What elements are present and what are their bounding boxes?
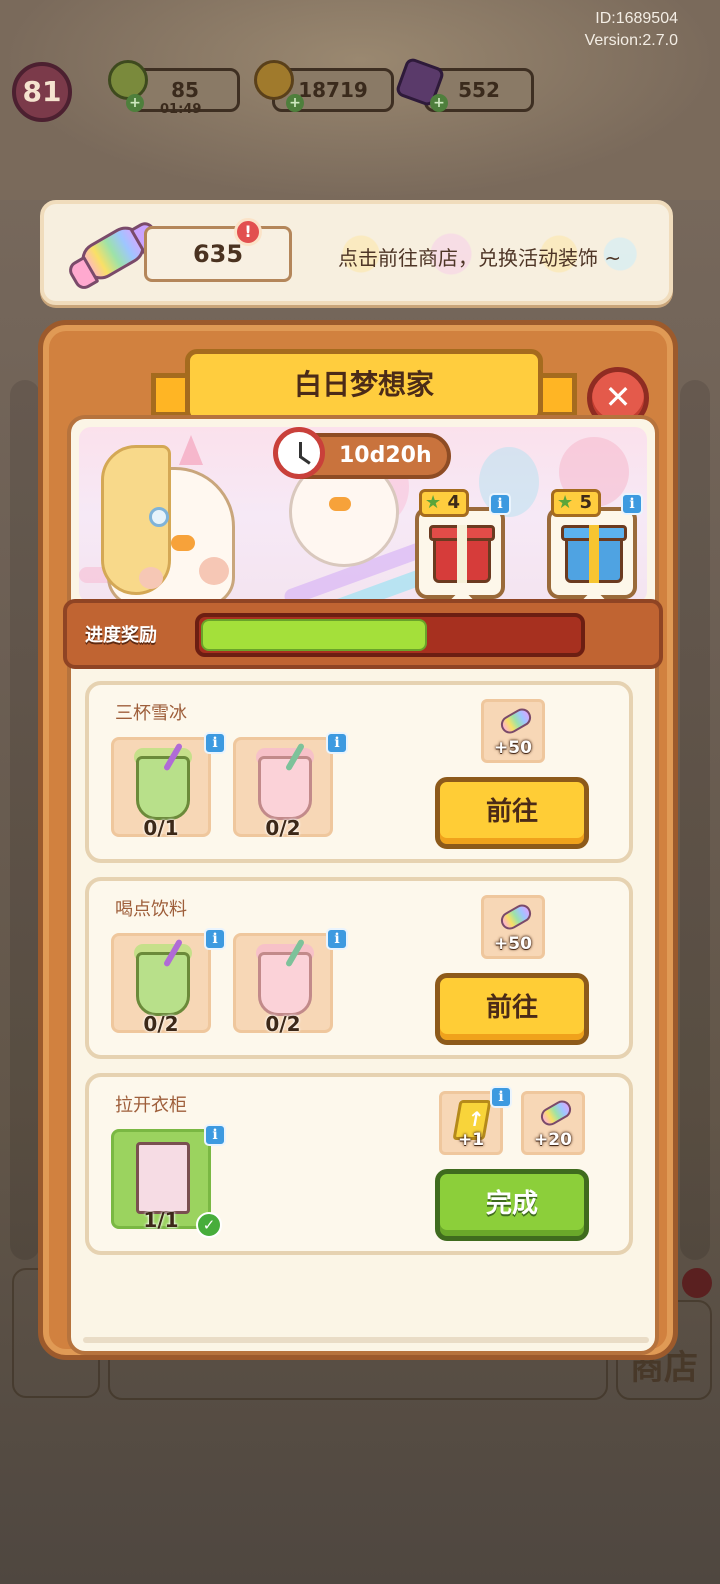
- milestone-gift-2[interactable]: ★ 5 i: [547, 489, 643, 599]
- event-hero-art: 10d20h ★ 4 i ★ 5 i: [79, 427, 647, 603]
- task-title: 拉开衣柜: [115, 1095, 187, 1116]
- info-icon[interactable]: i: [621, 493, 643, 515]
- coin-value: 18719: [298, 78, 368, 102]
- candy-icon: [497, 901, 535, 933]
- candy-count: 635: [144, 226, 292, 282]
- gem-value: 552: [458, 78, 500, 102]
- energy-bolt-icon: [108, 60, 148, 100]
- coin-plus-icon[interactable]: +: [286, 94, 304, 112]
- task-item[interactable]: 0/2 i: [233, 928, 348, 1036]
- task-card: 喝点饮料 0/2 i 0/2 i +50 前往: [85, 877, 633, 1059]
- candy-reward: +50: [481, 895, 545, 959]
- task-item[interactable]: 0/2 i: [233, 732, 348, 840]
- panel-divider: [83, 1337, 649, 1343]
- energy-timer: 01:49: [160, 102, 202, 117]
- star-icon: ★: [425, 492, 442, 513]
- player-id: ID:1689504: [595, 10, 678, 27]
- info-icon[interactable]: i: [204, 928, 226, 950]
- task-item[interactable]: 0/1 i: [111, 732, 226, 840]
- event-panel: 白日梦想家 ✕ 10d20h ★ 4 i ★ 5 i 进度奖励 三杯雪冰 0/1…: [38, 320, 678, 1360]
- energy-value: 85: [171, 78, 199, 102]
- item-progress: 1/1: [143, 1208, 179, 1232]
- candy-shop-banner[interactable]: 635 ! 点击前往商店，兑换活动装饰 ~: [40, 200, 673, 305]
- coin-icon: [254, 60, 294, 100]
- task-item[interactable]: 1/1 i ✓: [111, 1124, 226, 1238]
- background-alert-badge: [682, 1268, 712, 1298]
- reward-amount: +50: [494, 934, 532, 954]
- item-progress: 0/2: [265, 1012, 301, 1036]
- info-icon[interactable]: i: [326, 732, 348, 754]
- task-item[interactable]: 0/2 i: [111, 928, 226, 1036]
- task-card: 拉开衣柜 1/1 i ✓ ↑ +1 i +20 完成: [85, 1073, 633, 1255]
- gift-star-count: 4: [447, 492, 460, 513]
- wardrobe-icon: [136, 1142, 190, 1214]
- gift-ribbon: [589, 525, 599, 583]
- milestone-gift-1[interactable]: ★ 4 i: [415, 489, 511, 599]
- progress-track: [195, 613, 585, 657]
- task-title: 三杯雪冰: [115, 703, 187, 724]
- item-progress: 0/1: [143, 816, 179, 840]
- gift-ribbon: [457, 525, 467, 583]
- progress-fill: [201, 619, 427, 651]
- candy-reward: +20: [521, 1091, 585, 1155]
- star-icon: ★: [557, 492, 574, 513]
- reward-amount: +1: [457, 1130, 485, 1150]
- progress-label: 进度奖励: [85, 625, 157, 646]
- background-decor: [680, 380, 710, 1260]
- close-icon: ✕: [604, 378, 632, 416]
- progress-rewards-bar: 进度奖励: [63, 599, 663, 669]
- unicorn-spot: [139, 567, 163, 589]
- alert-badge: !: [234, 218, 262, 246]
- shop-hint-text: 点击前往商店，兑换活动装饰 ~: [338, 246, 622, 270]
- info-icon[interactable]: i: [204, 732, 226, 754]
- unicorn-eye: [149, 507, 169, 527]
- candy-icon: [74, 220, 152, 286]
- gift-stars-tag: ★ 5: [551, 489, 601, 517]
- go-button[interactable]: 前往: [435, 777, 589, 849]
- info-icon[interactable]: i: [489, 493, 511, 515]
- reward-amount: +20: [534, 1130, 572, 1150]
- card-reward: ↑ +1 i: [439, 1086, 512, 1155]
- duck-beak: [329, 497, 351, 511]
- go-button[interactable]: 前往: [435, 973, 589, 1045]
- task-title: 喝点饮料: [115, 899, 187, 920]
- gem-plus-icon[interactable]: +: [430, 94, 448, 112]
- candy-reward: +50: [481, 699, 545, 763]
- unicorn-mouth: [171, 535, 195, 551]
- clock-icon: [273, 427, 325, 479]
- energy-plus-icon[interactable]: +: [126, 94, 144, 112]
- candy-icon: [497, 705, 535, 737]
- info-icon[interactable]: i: [490, 1086, 512, 1108]
- info-icon[interactable]: i: [204, 1124, 226, 1146]
- info-icon[interactable]: i: [326, 928, 348, 950]
- unicorn-horn-icon: [179, 435, 203, 465]
- item-progress: 0/2: [143, 1012, 179, 1036]
- event-timer-text: 10d20h: [339, 443, 432, 468]
- task-card: 三杯雪冰 0/1 i 0/2 i +50 前往: [85, 681, 633, 863]
- event-content: 10d20h ★ 4 i ★ 5 i 进度奖励 三杯雪冰 0/1 i 0/2 i…: [63, 415, 663, 1355]
- checkmark-icon: ✓: [196, 1212, 222, 1238]
- gift-stars-tag: ★ 4: [419, 489, 469, 517]
- item-progress: 0/2: [265, 816, 301, 840]
- unicorn-spot: [199, 557, 229, 585]
- gift-star-count: 5: [579, 492, 592, 513]
- complete-button[interactable]: 完成: [435, 1169, 589, 1241]
- reward-amount: +50: [494, 738, 532, 758]
- player-level-badge[interactable]: 81: [12, 62, 72, 122]
- event-title: 白日梦想家: [185, 349, 543, 423]
- build-info: ID:1689504 Version:2.7.0: [585, 8, 678, 52]
- version-label: Version:2.7.0: [584, 32, 678, 49]
- background-decor: [10, 380, 40, 1260]
- candy-icon: [537, 1097, 575, 1129]
